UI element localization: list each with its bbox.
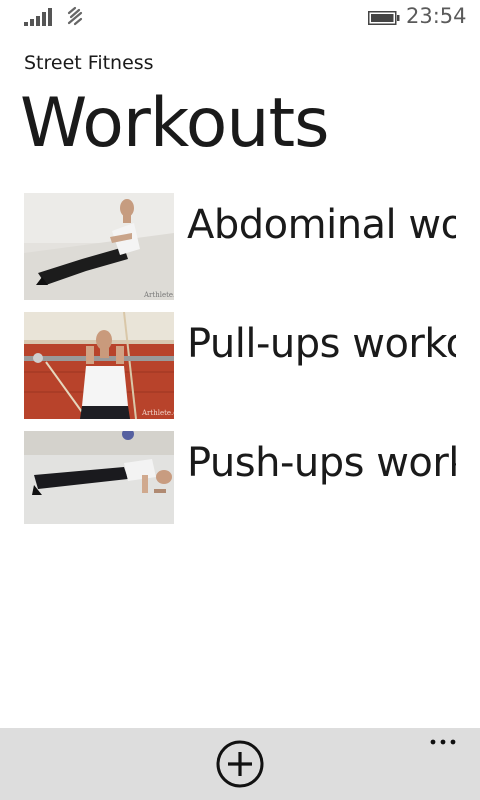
page-title: Workouts <box>20 84 330 163</box>
workout-thumbnail: Arthlete.com <box>24 312 174 419</box>
ellipsis-icon[interactable] <box>428 734 460 754</box>
status-bar: 23:54 <box>0 0 480 34</box>
list-item[interactable]: Arthlete.com Pull-ups workout <box>24 312 456 431</box>
list-item[interactable]: Arthlete.com Abdominal workout <box>24 193 456 312</box>
workout-label[interactable]: Pull-ups workout <box>187 318 456 370</box>
workouts-page: 23:54 Street Fitness Workouts Arthlete A… <box>0 0 480 800</box>
workout-thumbnail <box>24 431 174 538</box>
list-item[interactable]: Push-ups workout <box>24 431 456 550</box>
photo-watermark: Arthlete.com <box>143 291 174 299</box>
photo-watermark: Arthlete.com <box>141 409 174 417</box>
workout-thumbnail: Arthlete.com <box>24 193 174 300</box>
app-bar <box>0 728 480 800</box>
add-circle-icon[interactable] <box>216 740 264 788</box>
pushups-photo <box>24 431 174 524</box>
data-connection-icon <box>67 6 83 26</box>
workout-list: Arthlete.com Abdominal workout <box>24 193 456 550</box>
signal-strength-icon <box>24 8 52 26</box>
situps-photo: Arthlete.com <box>24 193 174 300</box>
app-title: Street Fitness <box>24 52 154 74</box>
clock: 23:54 <box>406 4 467 28</box>
workout-label[interactable]: Abdominal workout <box>187 199 456 251</box>
battery-icon <box>368 11 400 25</box>
workout-label[interactable]: Push-ups workout <box>187 437 456 489</box>
pullups-photo: Arthlete.com <box>24 312 174 419</box>
